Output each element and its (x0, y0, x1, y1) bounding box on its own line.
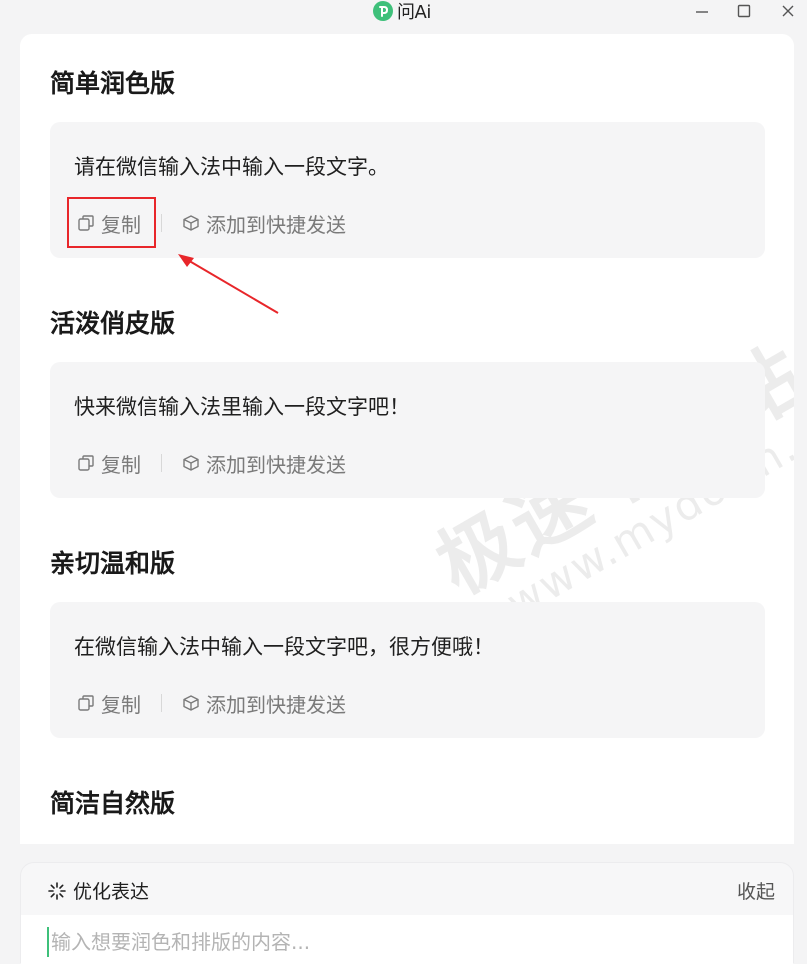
app-logo-icon (373, 1, 393, 21)
add-quick-send-label: 添加到快捷发送 (206, 212, 346, 237)
card-actions: 复制 添加到快捷发送 (77, 688, 346, 718)
section-title: 简单润色版 (50, 69, 176, 98)
add-quick-send-button[interactable]: 添加到快捷发送 (182, 689, 346, 718)
app-title: 问Ai (373, 0, 431, 23)
copy-icon (78, 695, 94, 711)
result-text: 请在微信输入法中输入一段文字。 (74, 155, 389, 179)
result-card: 在微信输入法中输入一段文字吧，很方便哦！ 复制 添加到快捷发送 (50, 602, 765, 738)
add-quick-send-label: 添加到快捷发送 (206, 692, 346, 717)
app-name: 问Ai (397, 2, 431, 23)
close-button[interactable] (776, 0, 800, 22)
optimize-mode-label: 优化表达 (73, 881, 150, 903)
cube-icon (183, 455, 199, 471)
result-card: 请在微信输入法中输入一段文字。 复制 添加到快捷发送 (50, 122, 765, 258)
result-text: 在微信输入法中输入一段文字吧，很方便哦！ (74, 635, 494, 659)
annotation-arrow (178, 254, 279, 314)
optimize-mode[interactable]: 优化表达 (47, 877, 149, 904)
copy-button[interactable]: 复制 (77, 449, 141, 478)
add-quick-send-button[interactable]: 添加到快捷发送 (182, 449, 346, 478)
copy-label: 复制 (101, 452, 141, 477)
results-panel: 极速下载站 www.mydown.com 简单润色版 请在微信输入法中输入一段文… (20, 34, 794, 844)
result-card: 快来微信输入法里输入一段文字吧！ 复制 添加到快捷发送 (50, 362, 765, 498)
divider (161, 214, 162, 232)
divider (161, 694, 162, 712)
maximize-button[interactable] (732, 0, 756, 22)
copy-icon (78, 455, 94, 471)
cube-icon (183, 215, 199, 231)
cube-icon (183, 695, 199, 711)
section-title: 简洁自然版 (50, 789, 176, 818)
divider (161, 454, 162, 472)
copy-button[interactable]: 复制 (77, 689, 141, 718)
add-quick-send-label: 添加到快捷发送 (206, 452, 346, 477)
collapse-button[interactable]: 收起 (737, 877, 775, 904)
minimize-button[interactable] (690, 0, 714, 22)
title-bar: 问Ai (0, 0, 807, 30)
copy-label: 复制 (101, 692, 141, 717)
content-input[interactable] (47, 927, 771, 957)
input-area (21, 915, 793, 964)
card-actions: 复制 添加到快捷发送 (77, 448, 346, 478)
annotation-highlight-box (67, 197, 156, 248)
sparkle-icon (48, 881, 66, 900)
optimize-panel: 优化表达 收起 (20, 862, 794, 964)
result-text: 快来微信输入法里输入一段文字吧！ (74, 395, 410, 419)
add-quick-send-button[interactable]: 添加到快捷发送 (182, 209, 346, 238)
section-title: 活泼俏皮版 (50, 309, 176, 338)
section-title: 亲切温和版 (50, 549, 176, 578)
